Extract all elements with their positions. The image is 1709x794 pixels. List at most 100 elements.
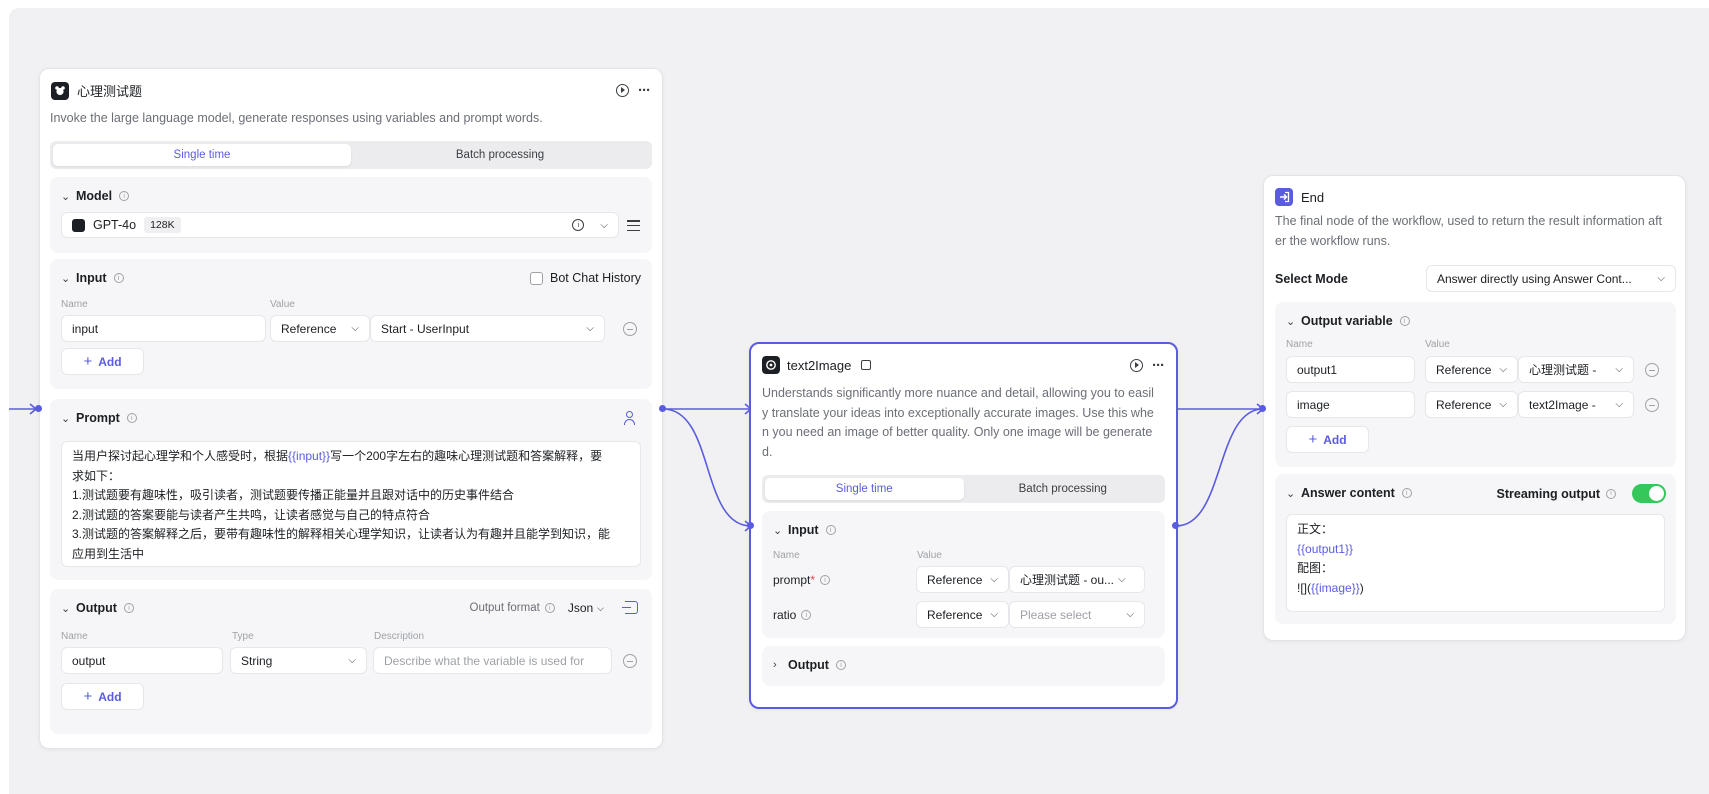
- chevron-down-icon: ⌵: [1615, 399, 1623, 410]
- add-output-variable-button[interactable]: + Add: [1286, 426, 1369, 453]
- info-icon: i: [835, 660, 846, 670]
- select-mode-label: Select Mode: [1275, 272, 1348, 286]
- info-icon: i: [123, 603, 134, 613]
- user-settings-icon[interactable]: [624, 411, 638, 425]
- chevron-down-icon[interactable]: ⌄: [1286, 487, 1295, 500]
- node-title: End: [1301, 189, 1325, 205]
- col-name-label: Name: [61, 299, 88, 310]
- mode-tabs: Single time Batch processing: [50, 141, 652, 169]
- chevron-down-icon[interactable]: ⌄: [61, 272, 70, 285]
- node-description: Understands significantly more nuance an…: [762, 386, 1154, 459]
- chevron-down-icon: ⌵: [597, 602, 604, 613]
- chevron-down-icon[interactable]: ⌵: [600, 220, 608, 231]
- run-icon[interactable]: [616, 84, 629, 97]
- context-badge: 128K: [144, 217, 181, 233]
- tab-single-time[interactable]: Single time: [765, 478, 964, 500]
- output-var-name-field[interactable]: image: [1286, 391, 1415, 418]
- prompt-value-select[interactable]: 心理测试题 - ou... ⌵: [1009, 566, 1145, 593]
- chevron-down-icon: ⌵: [1126, 609, 1134, 620]
- col-value-label: Value: [1425, 339, 1450, 350]
- plus-icon: +: [83, 688, 93, 705]
- end-node[interactable]: End The final node of the workflow, used…: [1263, 175, 1686, 641]
- tab-batch-processing[interactable]: Batch processing: [964, 478, 1163, 500]
- chevron-down-icon: ⌵: [348, 655, 356, 666]
- end-node-input-port[interactable]: [1259, 405, 1266, 412]
- col-description-label: Description: [374, 631, 425, 642]
- chevron-down-icon[interactable]: ⌄: [61, 602, 70, 615]
- remove-row-icon[interactable]: [623, 654, 637, 668]
- col-name-label: Name: [61, 631, 88, 642]
- model-select[interactable]: GPT-4o 128K i ⌵: [61, 212, 619, 238]
- tab-batch-processing[interactable]: Batch processing: [351, 144, 649, 166]
- prompt-section: ⌄ Prompt i 当用户探讨起心理学和个人感受时，根据{{input}}写一…: [50, 399, 652, 580]
- openai-icon: [762, 356, 780, 374]
- answer-editor[interactable]: 正文： {{output1}} 配图： ![]({{image}}): [1286, 514, 1665, 612]
- chevron-down-icon[interactable]: ⌄: [1286, 315, 1295, 328]
- chevron-down-icon[interactable]: ⌄: [773, 524, 782, 537]
- remove-row-icon[interactable]: [1645, 398, 1659, 412]
- info-icon[interactable]: i: [572, 219, 585, 231]
- chevron-down-icon: ⌵: [1499, 364, 1507, 375]
- add-input-button[interactable]: + Add: [61, 348, 144, 375]
- section-title: Output: [788, 658, 829, 672]
- select-mode-dropdown[interactable]: Answer directly using Answer Cont... ⌵: [1426, 265, 1676, 292]
- chevron-down-icon: ⌵: [990, 609, 998, 620]
- settings-icon[interactable]: [627, 220, 640, 231]
- input-type-select[interactable]: Reference ⌵: [270, 315, 370, 342]
- node-description: The final node of the workflow, used to …: [1275, 214, 1663, 248]
- input-value-select[interactable]: Start - UserInput ⌵: [370, 315, 605, 342]
- ratio-value-select[interactable]: Please select ⌵: [1009, 601, 1145, 628]
- output-section: › Output i: [762, 646, 1165, 686]
- output-name-field[interactable]: output: [61, 647, 223, 674]
- output-var-type-select[interactable]: Reference ⌵: [1425, 356, 1518, 383]
- output-description-field[interactable]: Describe what the variable is used for: [373, 647, 612, 674]
- chevron-down-icon[interactable]: ⌄: [61, 412, 70, 425]
- info-icon: i: [126, 413, 137, 423]
- output-section: ⌄ Output i Output format i Json ⌵ Name Ty…: [50, 589, 652, 734]
- text2image-node[interactable]: text2Image ··· Understands significantly…: [749, 342, 1178, 709]
- streaming-output-toggle[interactable]: [1632, 484, 1666, 503]
- output-format-select[interactable]: Json ⌵: [568, 601, 604, 615]
- bot-chat-history-checkbox[interactable]: Bot Chat History: [529, 271, 641, 285]
- text2image-output-port[interactable]: [1172, 522, 1179, 529]
- import-icon[interactable]: [622, 601, 638, 614]
- chevron-down-icon[interactable]: ⌄: [61, 190, 70, 203]
- model-section: ⌄ Model i GPT-4o 128K i ⌵: [50, 177, 652, 253]
- llm-node-output-port[interactable]: [659, 405, 666, 412]
- chevron-down-icon: ⌵: [586, 323, 594, 334]
- ratio-type-select[interactable]: Reference ⌵: [916, 601, 1009, 628]
- prompt-editor[interactable]: 当用户探讨起心理学和个人感受时，根据{{input}}写一个200字左右的趣味心…: [61, 441, 641, 567]
- checkbox-icon[interactable]: [529, 271, 543, 285]
- section-title: Model: [76, 189, 113, 203]
- output-var-name-field[interactable]: output1: [1286, 356, 1415, 383]
- info-icon: i: [820, 575, 831, 585]
- output-type-select[interactable]: String ⌵: [230, 647, 367, 674]
- node-title: text2Image: [787, 357, 852, 373]
- answer-content-section: ⌄ Answer content i Streaming output i 正文…: [1275, 474, 1676, 624]
- remove-row-icon[interactable]: [1645, 363, 1659, 377]
- tab-single-time[interactable]: Single time: [53, 144, 351, 166]
- more-icon[interactable]: ···: [638, 83, 651, 98]
- output-var-value-select[interactable]: 心理测试题 - ⌵: [1518, 356, 1634, 383]
- prompt-type-select[interactable]: Reference ⌵: [916, 566, 1009, 593]
- input-name-field[interactable]: input: [61, 315, 266, 342]
- output-var-value-select[interactable]: text2Image - ⌵: [1518, 391, 1634, 418]
- run-icon[interactable]: [1130, 359, 1143, 372]
- llm-node[interactable]: 心理测试题 ··· Invoke the large language mode…: [39, 68, 663, 749]
- info-icon: i: [825, 525, 836, 535]
- llm-node-input-port[interactable]: [35, 405, 42, 412]
- text2image-input-port[interactable]: [747, 522, 754, 529]
- more-icon[interactable]: ···: [1152, 358, 1165, 373]
- remove-row-icon[interactable]: [623, 322, 637, 336]
- section-title: Input: [76, 271, 107, 285]
- openai-icon: [72, 218, 85, 232]
- section-title: Output: [76, 601, 117, 615]
- add-output-button[interactable]: + Add: [61, 683, 144, 710]
- plugin-icon: [861, 360, 872, 370]
- output-var-type-select[interactable]: Reference ⌵: [1425, 391, 1518, 418]
- col-type-label: Type: [232, 631, 254, 642]
- streaming-output-label: Streaming output: [1496, 486, 1600, 501]
- node-title: 心理测试题: [77, 84, 143, 99]
- info-icon: i: [544, 603, 555, 613]
- chevron-right-icon[interactable]: ›: [773, 659, 781, 671]
